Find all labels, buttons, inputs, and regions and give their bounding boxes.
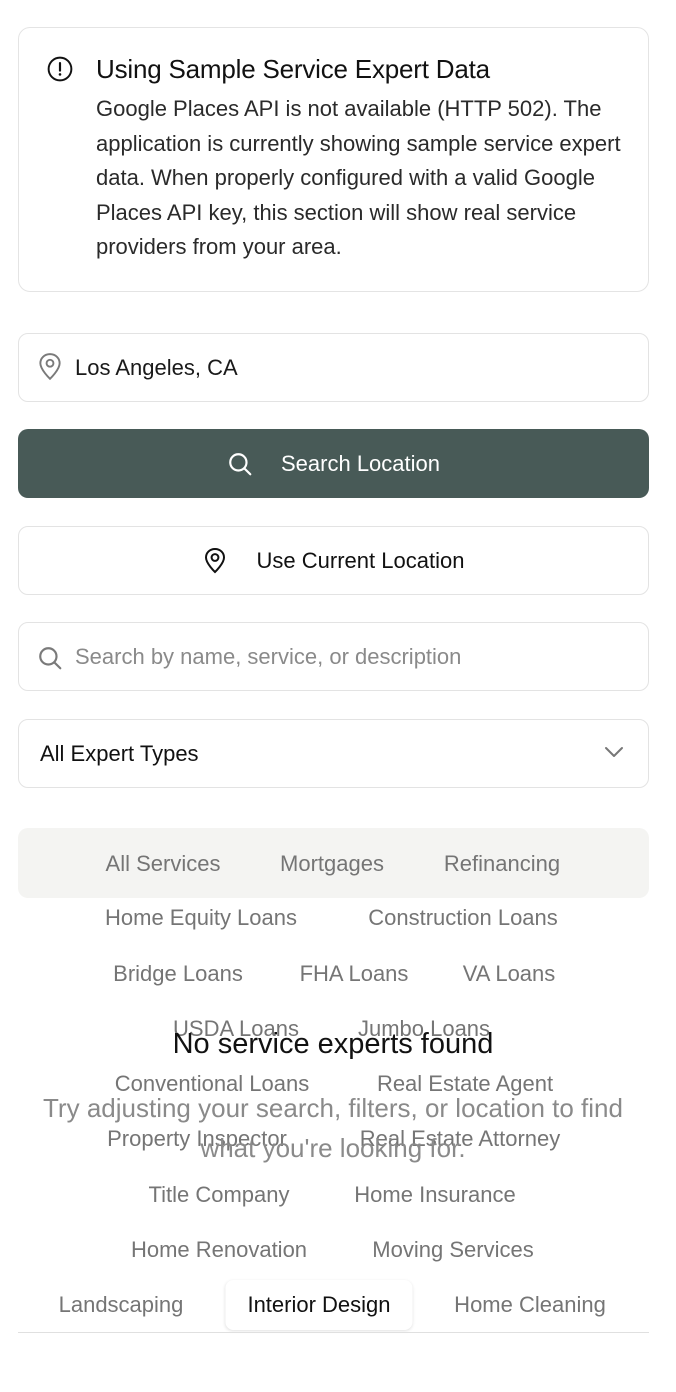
tabs-divider xyxy=(18,1332,649,1333)
alert-title: Using Sample Service Expert Data xyxy=(96,54,490,84)
location-value: Los Angeles, CA xyxy=(75,355,238,380)
search-icon xyxy=(229,452,252,475)
expert-type-select[interactable]: All Expert Types xyxy=(18,719,649,788)
alert-circle-icon xyxy=(47,56,73,82)
tab-home-renovation[interactable]: Home Renovation xyxy=(131,1237,307,1263)
search-input[interactable] xyxy=(75,637,635,677)
search-location-label: Search Location xyxy=(281,450,440,476)
chevron-down-icon xyxy=(605,747,623,757)
tab-home-equity-loans[interactable]: Home Equity Loans xyxy=(105,905,297,931)
empty-state-title: No service experts found xyxy=(172,1028,494,1060)
search-icon xyxy=(39,647,62,670)
tab-refinancing[interactable]: Refinancing xyxy=(444,851,560,877)
search-field[interactable] xyxy=(18,622,649,691)
tab-interior-design[interactable]: Interior Design xyxy=(225,1280,413,1330)
tab-moving-services[interactable]: Moving Services xyxy=(372,1237,533,1263)
tab-va-loans[interactable]: VA Loans xyxy=(463,961,556,987)
tab-title-company[interactable]: Title Company xyxy=(148,1182,289,1208)
location-field[interactable]: Los Angeles, CA xyxy=(18,333,649,402)
map-pin-icon xyxy=(39,353,61,381)
tab-bridge-loans[interactable]: Bridge Loans xyxy=(113,961,243,987)
tab-home-cleaning[interactable]: Home Cleaning xyxy=(454,1292,606,1318)
tab-mortgages[interactable]: Mortgages xyxy=(280,851,384,877)
tab-landscaping[interactable]: Landscaping xyxy=(59,1292,184,1318)
use-current-location-button[interactable]: Use Current Location xyxy=(18,526,649,595)
sample-data-alert: Using Sample Service Expert Data Google … xyxy=(18,27,649,292)
expert-type-selected: All Expert Types xyxy=(40,741,199,766)
tab-home-insurance[interactable]: Home Insurance xyxy=(354,1182,515,1208)
search-location-button[interactable]: Search Location xyxy=(18,429,649,498)
tab-fha-loans[interactable]: FHA Loans xyxy=(300,961,409,987)
locate-pin-icon xyxy=(204,547,225,573)
tab-all-services[interactable]: All Services xyxy=(106,851,221,877)
tab-construction-loans[interactable]: Construction Loans xyxy=(368,905,558,931)
use-current-location-label: Use Current Location xyxy=(256,547,465,573)
alert-description: Google Places API is not available (HTTP… xyxy=(96,96,621,259)
empty-state-description: Try adjusting your search, filters, or l… xyxy=(43,1093,623,1163)
